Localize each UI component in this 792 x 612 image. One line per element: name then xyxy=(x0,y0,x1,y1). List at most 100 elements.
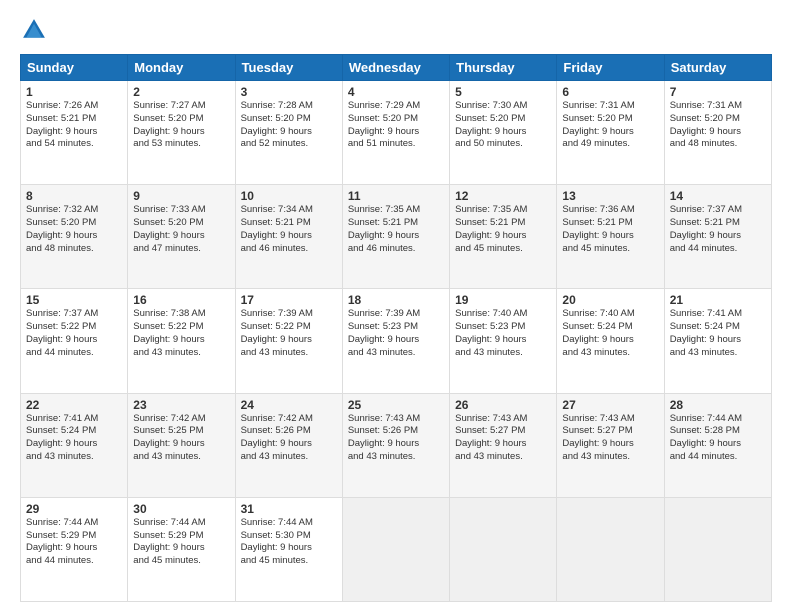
cell-info: Sunrise: 7:38 AMSunset: 5:22 PMDaylight:… xyxy=(133,308,229,359)
calendar-cell: 28Sunrise: 7:44 AMSunset: 5:28 PMDayligh… xyxy=(664,393,771,497)
calendar-cell: 27Sunrise: 7:43 AMSunset: 5:27 PMDayligh… xyxy=(557,393,664,497)
cell-info: Sunrise: 7:27 AMSunset: 5:20 PMDaylight:… xyxy=(133,100,229,151)
calendar-cell: 22Sunrise: 7:41 AMSunset: 5:24 PMDayligh… xyxy=(21,393,128,497)
day-number: 16 xyxy=(133,293,229,307)
calendar-header-sunday: Sunday xyxy=(21,55,128,81)
calendar-week-1: 1Sunrise: 7:26 AMSunset: 5:21 PMDaylight… xyxy=(21,81,772,185)
calendar-cell: 1Sunrise: 7:26 AMSunset: 5:21 PMDaylight… xyxy=(21,81,128,185)
calendar-cell: 15Sunrise: 7:37 AMSunset: 5:22 PMDayligh… xyxy=(21,289,128,393)
logo-icon xyxy=(20,16,48,44)
calendar-cell: 4Sunrise: 7:29 AMSunset: 5:20 PMDaylight… xyxy=(342,81,449,185)
calendar-cell: 12Sunrise: 7:35 AMSunset: 5:21 PMDayligh… xyxy=(450,185,557,289)
calendar-cell: 2Sunrise: 7:27 AMSunset: 5:20 PMDaylight… xyxy=(128,81,235,185)
calendar-cell: 30Sunrise: 7:44 AMSunset: 5:29 PMDayligh… xyxy=(128,497,235,601)
cell-info: Sunrise: 7:44 AMSunset: 5:30 PMDaylight:… xyxy=(241,517,337,568)
cell-info: Sunrise: 7:31 AMSunset: 5:20 PMDaylight:… xyxy=(670,100,766,151)
day-number: 8 xyxy=(26,189,122,203)
cell-info: Sunrise: 7:37 AMSunset: 5:21 PMDaylight:… xyxy=(670,204,766,255)
calendar-cell: 16Sunrise: 7:38 AMSunset: 5:22 PMDayligh… xyxy=(128,289,235,393)
day-number: 27 xyxy=(562,398,658,412)
cell-info: Sunrise: 7:44 AMSunset: 5:29 PMDaylight:… xyxy=(133,517,229,568)
day-number: 17 xyxy=(241,293,337,307)
day-number: 5 xyxy=(455,85,551,99)
calendar-week-3: 15Sunrise: 7:37 AMSunset: 5:22 PMDayligh… xyxy=(21,289,772,393)
day-number: 19 xyxy=(455,293,551,307)
cell-info: Sunrise: 7:40 AMSunset: 5:23 PMDaylight:… xyxy=(455,308,551,359)
cell-info: Sunrise: 7:41 AMSunset: 5:24 PMDaylight:… xyxy=(26,413,122,464)
calendar-header-tuesday: Tuesday xyxy=(235,55,342,81)
calendar-header-saturday: Saturday xyxy=(664,55,771,81)
day-number: 23 xyxy=(133,398,229,412)
calendar-cell xyxy=(450,497,557,601)
calendar-cell: 25Sunrise: 7:43 AMSunset: 5:26 PMDayligh… xyxy=(342,393,449,497)
cell-info: Sunrise: 7:33 AMSunset: 5:20 PMDaylight:… xyxy=(133,204,229,255)
cell-info: Sunrise: 7:28 AMSunset: 5:20 PMDaylight:… xyxy=(241,100,337,151)
calendar-cell: 10Sunrise: 7:34 AMSunset: 5:21 PMDayligh… xyxy=(235,185,342,289)
calendar-cell: 5Sunrise: 7:30 AMSunset: 5:20 PMDaylight… xyxy=(450,81,557,185)
day-number: 12 xyxy=(455,189,551,203)
day-number: 4 xyxy=(348,85,444,99)
cell-info: Sunrise: 7:36 AMSunset: 5:21 PMDaylight:… xyxy=(562,204,658,255)
day-number: 25 xyxy=(348,398,444,412)
cell-info: Sunrise: 7:32 AMSunset: 5:20 PMDaylight:… xyxy=(26,204,122,255)
header xyxy=(20,16,772,44)
calendar-cell: 3Sunrise: 7:28 AMSunset: 5:20 PMDaylight… xyxy=(235,81,342,185)
cell-info: Sunrise: 7:43 AMSunset: 5:26 PMDaylight:… xyxy=(348,413,444,464)
day-number: 24 xyxy=(241,398,337,412)
calendar-cell: 23Sunrise: 7:42 AMSunset: 5:25 PMDayligh… xyxy=(128,393,235,497)
cell-info: Sunrise: 7:43 AMSunset: 5:27 PMDaylight:… xyxy=(562,413,658,464)
cell-info: Sunrise: 7:34 AMSunset: 5:21 PMDaylight:… xyxy=(241,204,337,255)
cell-info: Sunrise: 7:43 AMSunset: 5:27 PMDaylight:… xyxy=(455,413,551,464)
day-number: 26 xyxy=(455,398,551,412)
calendar-cell xyxy=(342,497,449,601)
day-number: 21 xyxy=(670,293,766,307)
cell-info: Sunrise: 7:37 AMSunset: 5:22 PMDaylight:… xyxy=(26,308,122,359)
cell-info: Sunrise: 7:41 AMSunset: 5:24 PMDaylight:… xyxy=(670,308,766,359)
cell-info: Sunrise: 7:26 AMSunset: 5:21 PMDaylight:… xyxy=(26,100,122,151)
calendar-table: SundayMondayTuesdayWednesdayThursdayFrid… xyxy=(20,54,772,602)
cell-info: Sunrise: 7:40 AMSunset: 5:24 PMDaylight:… xyxy=(562,308,658,359)
day-number: 13 xyxy=(562,189,658,203)
logo xyxy=(20,16,52,44)
calendar-cell: 6Sunrise: 7:31 AMSunset: 5:20 PMDaylight… xyxy=(557,81,664,185)
calendar-cell xyxy=(557,497,664,601)
calendar-week-2: 8Sunrise: 7:32 AMSunset: 5:20 PMDaylight… xyxy=(21,185,772,289)
calendar-cell xyxy=(664,497,771,601)
day-number: 22 xyxy=(26,398,122,412)
calendar-cell: 18Sunrise: 7:39 AMSunset: 5:23 PMDayligh… xyxy=(342,289,449,393)
calendar-cell: 8Sunrise: 7:32 AMSunset: 5:20 PMDaylight… xyxy=(21,185,128,289)
calendar-cell: 11Sunrise: 7:35 AMSunset: 5:21 PMDayligh… xyxy=(342,185,449,289)
calendar-header-friday: Friday xyxy=(557,55,664,81)
calendar-cell: 7Sunrise: 7:31 AMSunset: 5:20 PMDaylight… xyxy=(664,81,771,185)
day-number: 9 xyxy=(133,189,229,203)
calendar-cell: 24Sunrise: 7:42 AMSunset: 5:26 PMDayligh… xyxy=(235,393,342,497)
calendar-cell: 17Sunrise: 7:39 AMSunset: 5:22 PMDayligh… xyxy=(235,289,342,393)
cell-info: Sunrise: 7:31 AMSunset: 5:20 PMDaylight:… xyxy=(562,100,658,151)
calendar-cell: 26Sunrise: 7:43 AMSunset: 5:27 PMDayligh… xyxy=(450,393,557,497)
day-number: 7 xyxy=(670,85,766,99)
cell-info: Sunrise: 7:44 AMSunset: 5:29 PMDaylight:… xyxy=(26,517,122,568)
day-number: 3 xyxy=(241,85,337,99)
cell-info: Sunrise: 7:35 AMSunset: 5:21 PMDaylight:… xyxy=(455,204,551,255)
cell-info: Sunrise: 7:39 AMSunset: 5:22 PMDaylight:… xyxy=(241,308,337,359)
calendar-cell: 13Sunrise: 7:36 AMSunset: 5:21 PMDayligh… xyxy=(557,185,664,289)
calendar-cell: 29Sunrise: 7:44 AMSunset: 5:29 PMDayligh… xyxy=(21,497,128,601)
cell-info: Sunrise: 7:42 AMSunset: 5:26 PMDaylight:… xyxy=(241,413,337,464)
day-number: 2 xyxy=(133,85,229,99)
day-number: 31 xyxy=(241,502,337,516)
day-number: 1 xyxy=(26,85,122,99)
day-number: 28 xyxy=(670,398,766,412)
calendar-header-thursday: Thursday xyxy=(450,55,557,81)
day-number: 20 xyxy=(562,293,658,307)
day-number: 15 xyxy=(26,293,122,307)
calendar-header-wednesday: Wednesday xyxy=(342,55,449,81)
calendar-cell: 9Sunrise: 7:33 AMSunset: 5:20 PMDaylight… xyxy=(128,185,235,289)
calendar-cell: 20Sunrise: 7:40 AMSunset: 5:24 PMDayligh… xyxy=(557,289,664,393)
calendar-cell: 21Sunrise: 7:41 AMSunset: 5:24 PMDayligh… xyxy=(664,289,771,393)
cell-info: Sunrise: 7:30 AMSunset: 5:20 PMDaylight:… xyxy=(455,100,551,151)
day-number: 6 xyxy=(562,85,658,99)
day-number: 14 xyxy=(670,189,766,203)
calendar-header-row: SundayMondayTuesdayWednesdayThursdayFrid… xyxy=(21,55,772,81)
page: SundayMondayTuesdayWednesdayThursdayFrid… xyxy=(0,0,792,612)
day-number: 18 xyxy=(348,293,444,307)
